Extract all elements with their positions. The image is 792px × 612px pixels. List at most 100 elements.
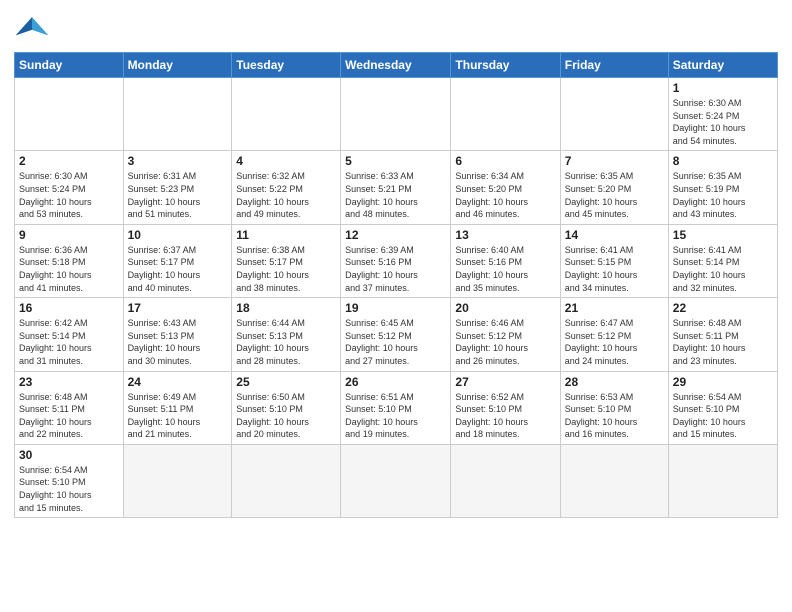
day-number: 24 [128,375,228,389]
day-cell: 30Sunrise: 6:54 AM Sunset: 5:10 PM Dayli… [15,444,124,517]
weekday-header-tuesday: Tuesday [232,53,341,78]
day-number: 30 [19,448,119,462]
day-cell: 17 Sunrise: 6:43 AM Sunset: 5:13 PM Dayli… [123,298,232,371]
day-info: Sunrise: 6:51 AM Sunset: 5:10 PM Dayligh… [345,391,446,441]
day-cell [232,78,341,151]
day-cell: 27 Sunrise: 6:52 AM Sunset: 5:10 PM Dayli… [451,371,560,444]
day-number: 6 [455,154,555,168]
day-cell [232,444,341,517]
day-info: Sunrise: 6:34 AM Sunset: 5:20 PM Dayligh… [455,170,555,220]
day-info: Sunrise: 6:48 AM Sunset: 5:11 PM Dayligh… [673,317,773,367]
day-info: Sunrise: 6:44 AM Sunset: 5:13 PM Dayligh… [236,317,336,367]
day-info: Sunrise: 6:53 AM Sunset: 5:10 PM Dayligh… [565,391,664,441]
day-number: 17 [128,301,228,315]
day-info: Sunrise: 6:50 AM Sunset: 5:10 PM Dayligh… [236,391,336,441]
day-cell [451,444,560,517]
day-number: 26 [345,375,446,389]
day-info: Sunrise: 6:40 AM Sunset: 5:16 PM Dayligh… [455,244,555,294]
day-cell: 6 Sunrise: 6:34 AM Sunset: 5:20 PM Daylig… [451,151,560,224]
day-cell: 11Sunrise: 6:38 AM Sunset: 5:17 PM Dayli… [232,224,341,297]
day-number: 12 [345,228,446,242]
day-info: Sunrise: 6:35 AM Sunset: 5:20 PM Dayligh… [565,170,664,220]
day-info: Sunrise: 6:37 AM Sunset: 5:17 PM Dayligh… [128,244,228,294]
day-number: 13 [455,228,555,242]
day-number: 3 [128,154,228,168]
day-cell: 22 Sunrise: 6:48 AM Sunset: 5:11 PM Dayli… [668,298,777,371]
day-info: Sunrise: 6:49 AM Sunset: 5:11 PM Dayligh… [128,391,228,441]
day-cell: 14 Sunrise: 6:41 AM Sunset: 5:15 PM Dayli… [560,224,668,297]
week-row-6: 30Sunrise: 6:54 AM Sunset: 5:10 PM Dayli… [15,444,778,517]
day-number: 14 [565,228,664,242]
day-cell: 7 Sunrise: 6:35 AM Sunset: 5:20 PM Daylig… [560,151,668,224]
day-cell [15,78,124,151]
day-info: Sunrise: 6:38 AM Sunset: 5:17 PM Dayligh… [236,244,336,294]
day-number: 28 [565,375,664,389]
day-cell: 10Sunrise: 6:37 AM Sunset: 5:17 PM Dayli… [123,224,232,297]
day-cell [123,78,232,151]
day-info: Sunrise: 6:33 AM Sunset: 5:21 PM Dayligh… [345,170,446,220]
day-info: Sunrise: 6:52 AM Sunset: 5:10 PM Dayligh… [455,391,555,441]
day-number: 23 [19,375,119,389]
day-number: 20 [455,301,555,315]
day-info: Sunrise: 6:46 AM Sunset: 5:12 PM Dayligh… [455,317,555,367]
logo-icon [14,10,50,46]
day-cell: 18 Sunrise: 6:44 AM Sunset: 5:13 PM Dayli… [232,298,341,371]
day-cell: 1Sunrise: 6:30 AM Sunset: 5:24 PM Daylig… [668,78,777,151]
day-cell: 2 Sunrise: 6:30 AM Sunset: 5:24 PM Daylig… [15,151,124,224]
day-info: Sunrise: 6:45 AM Sunset: 5:12 PM Dayligh… [345,317,446,367]
week-row-1: 1Sunrise: 6:30 AM Sunset: 5:24 PM Daylig… [15,78,778,151]
day-number: 2 [19,154,119,168]
day-number: 16 [19,301,119,315]
day-info: Sunrise: 6:31 AM Sunset: 5:23 PM Dayligh… [128,170,228,220]
day-info: Sunrise: 6:47 AM Sunset: 5:12 PM Dayligh… [565,317,664,367]
day-info: Sunrise: 6:41 AM Sunset: 5:15 PM Dayligh… [565,244,664,294]
day-cell: 21 Sunrise: 6:47 AM Sunset: 5:12 PM Dayli… [560,298,668,371]
day-cell: 15 Sunrise: 6:41 AM Sunset: 5:14 PM Dayli… [668,224,777,297]
day-cell: 25 Sunrise: 6:50 AM Sunset: 5:10 PM Dayli… [232,371,341,444]
day-cell [341,444,451,517]
day-number: 18 [236,301,336,315]
day-number: 15 [673,228,773,242]
day-cell: 26 Sunrise: 6:51 AM Sunset: 5:10 PM Dayli… [341,371,451,444]
day-number: 9 [19,228,119,242]
day-number: 22 [673,301,773,315]
day-number: 29 [673,375,773,389]
day-info: Sunrise: 6:30 AM Sunset: 5:24 PM Dayligh… [19,170,119,220]
day-cell: 23 Sunrise: 6:48 AM Sunset: 5:11 PM Dayli… [15,371,124,444]
day-cell [451,78,560,151]
day-number: 27 [455,375,555,389]
day-info: Sunrise: 6:30 AM Sunset: 5:24 PM Dayligh… [673,97,773,147]
day-cell: 13 Sunrise: 6:40 AM Sunset: 5:16 PM Dayli… [451,224,560,297]
day-cell: 19Sunrise: 6:45 AM Sunset: 5:12 PM Dayli… [341,298,451,371]
week-row-2: 2 Sunrise: 6:30 AM Sunset: 5:24 PM Daylig… [15,151,778,224]
calendar-page: SundayMondayTuesdayWednesdayThursdayFrid… [0,0,792,612]
day-info: Sunrise: 6:35 AM Sunset: 5:19 PM Dayligh… [673,170,773,220]
day-cell [668,444,777,517]
day-info: Sunrise: 6:48 AM Sunset: 5:11 PM Dayligh… [19,391,119,441]
day-cell: 3 Sunrise: 6:31 AM Sunset: 5:23 PM Daylig… [123,151,232,224]
day-cell: 8 Sunrise: 6:35 AM Sunset: 5:19 PM Daylig… [668,151,777,224]
day-info: Sunrise: 6:39 AM Sunset: 5:16 PM Dayligh… [345,244,446,294]
weekday-header-monday: Monday [123,53,232,78]
day-info: Sunrise: 6:43 AM Sunset: 5:13 PM Dayligh… [128,317,228,367]
day-number: 5 [345,154,446,168]
day-cell: 24 Sunrise: 6:49 AM Sunset: 5:11 PM Dayli… [123,371,232,444]
day-cell [341,78,451,151]
day-cell: 20 Sunrise: 6:46 AM Sunset: 5:12 PM Dayli… [451,298,560,371]
calendar-table: SundayMondayTuesdayWednesdayThursdayFrid… [14,52,778,518]
day-info: Sunrise: 6:36 AM Sunset: 5:18 PM Dayligh… [19,244,119,294]
weekday-header-friday: Friday [560,53,668,78]
weekday-header-wednesday: Wednesday [341,53,451,78]
day-cell [123,444,232,517]
day-number: 7 [565,154,664,168]
day-cell: 28 Sunrise: 6:53 AM Sunset: 5:10 PM Dayli… [560,371,668,444]
day-cell [560,78,668,151]
week-row-4: 16 Sunrise: 6:42 AM Sunset: 5:14 PM Dayli… [15,298,778,371]
day-number: 21 [565,301,664,315]
day-cell [560,444,668,517]
day-number: 8 [673,154,773,168]
week-row-3: 9 Sunrise: 6:36 AM Sunset: 5:18 PM Daylig… [15,224,778,297]
day-info: Sunrise: 6:41 AM Sunset: 5:14 PM Dayligh… [673,244,773,294]
day-number: 25 [236,375,336,389]
day-info: Sunrise: 6:42 AM Sunset: 5:14 PM Dayligh… [19,317,119,367]
